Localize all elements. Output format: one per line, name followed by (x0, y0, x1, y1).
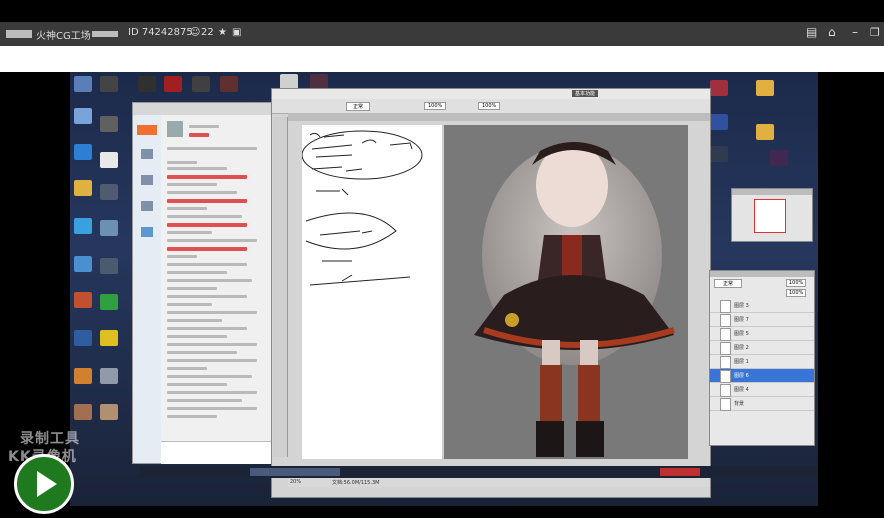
layers-panel: 正常 100% 100% 图层 3 图层 7 图层 5 图层 2 图层 1 图层… (709, 270, 815, 446)
recycle-bin-icon (74, 108, 92, 124)
image-icon (164, 76, 182, 92)
share-icon[interactable]: ▣ (232, 27, 241, 38)
file-icon (74, 368, 92, 384)
opacity-field[interactable]: 100% (424, 102, 447, 110)
user-icon: ☺ (190, 27, 201, 38)
player-title-bar: 火神CG工场 ID 74242875 ☺ 22 ★ ▣ ▤ ⌂ – ❐ (0, 22, 884, 46)
canvas[interactable] (302, 125, 688, 459)
minimize-icon[interactable]: – (852, 25, 858, 39)
play-button[interactable] (14, 454, 74, 514)
photoshop-icon (74, 330, 92, 346)
image-icon (192, 76, 210, 92)
chat-tab-icon[interactable] (141, 149, 153, 159)
flow-field[interactable]: 100% (478, 102, 501, 110)
chat-tab-active[interactable] (137, 125, 157, 135)
character-artwork (474, 142, 675, 457)
blend-mode-select[interactable]: 正常 (346, 102, 371, 111)
folder-icon (74, 180, 92, 196)
status-bar: 20% 文档:56.0M/115.3M (288, 477, 710, 487)
top-black-bar (0, 0, 884, 22)
home-icon[interactable]: ⌂ (828, 25, 836, 39)
folder-icon (756, 124, 774, 140)
computer-icon (74, 76, 92, 92)
workspace-label[interactable]: 基本功能 (572, 90, 599, 97)
layer-blend-select[interactable]: 正常 (714, 279, 743, 288)
browser-icon (74, 256, 92, 272)
recorder-watermark-line1: 录制工具 (20, 431, 80, 447)
navigator-header[interactable] (732, 189, 812, 195)
layer-row[interactable]: 图层 1 (710, 355, 814, 369)
app-icon (710, 114, 728, 130)
image-icon (100, 404, 118, 420)
file-icon (74, 404, 92, 420)
chat-sidebar (133, 115, 161, 463)
chat-tab-icon[interactable] (141, 227, 153, 237)
image-icon (100, 258, 118, 274)
image-icon (220, 76, 238, 92)
image-icon (710, 146, 728, 162)
doc-icon (100, 152, 118, 168)
spacer (0, 46, 884, 72)
window-icon[interactable]: ▤ (806, 25, 817, 39)
logo-placeholder (6, 30, 32, 38)
layer-row[interactable]: 图层 3 (710, 299, 814, 313)
app-icon (74, 144, 92, 160)
taskbar-item[interactable] (250, 468, 340, 476)
navigator-panel (731, 188, 813, 242)
zoom-level[interactable]: 20% (290, 479, 301, 485)
layers-header[interactable] (710, 271, 814, 277)
chat-input[interactable] (161, 441, 273, 464)
navigator-preview[interactable] (754, 199, 786, 233)
app-icon (100, 294, 118, 310)
image-icon (138, 76, 156, 92)
viewer-count: 22 (201, 27, 214, 38)
document-tabs[interactable] (288, 113, 710, 121)
document-size: 文档:56.0M/115.3M (332, 480, 380, 486)
toolbox[interactable] (273, 117, 288, 457)
folder-icon (756, 80, 774, 96)
play-icon (37, 471, 57, 497)
image-icon (770, 150, 788, 166)
taskbar (140, 466, 818, 478)
app-icon (100, 330, 118, 346)
layer-row-selected[interactable]: 图层 6 (710, 369, 814, 383)
chat-tab-icon[interactable] (141, 201, 153, 211)
notes-sheet (302, 125, 444, 459)
image-icon (100, 76, 118, 92)
chat-tab-icon[interactable] (141, 175, 153, 185)
layer-opacity[interactable]: 100% (786, 279, 807, 287)
qq-icon (74, 218, 92, 234)
image-icon (100, 220, 118, 236)
restore-icon[interactable]: ❐ (870, 26, 880, 39)
chat-window (132, 102, 274, 464)
layer-row[interactable]: 图层 2 (710, 341, 814, 355)
image-icon (100, 368, 118, 384)
star-icon[interactable]: ★ (218, 27, 227, 38)
layer-row[interactable]: 图层 4 (710, 383, 814, 397)
options-bar: 正常 100% 100% (272, 99, 710, 114)
streamer-desktop: 基本功能 正常 100% 100% 20% 文档:56.0M/115.3M 正常… (70, 72, 818, 506)
photoshop-window: 基本功能 正常 100% 100% 20% 文档:56.0M/115.3M (271, 88, 711, 498)
menu-bar[interactable]: 基本功能 (272, 89, 710, 99)
layer-row[interactable]: 背景 (710, 397, 814, 411)
avatar (167, 121, 183, 137)
layer-fill[interactable]: 100% (786, 289, 807, 297)
taskbar-item[interactable] (660, 468, 700, 476)
channel-badge (92, 31, 118, 37)
room-id: ID 74242875 (128, 27, 193, 38)
chat-window-header (133, 103, 273, 115)
layer-row[interactable]: 图层 7 (710, 313, 814, 327)
image-icon (100, 184, 118, 200)
channel-name[interactable]: 火神CG工场 (36, 27, 91, 42)
app-icon (710, 80, 728, 96)
image-icon (100, 116, 118, 132)
layer-row[interactable]: 图层 5 (710, 327, 814, 341)
video-frame[interactable]: 基本功能 正常 100% 100% 20% 文档:56.0M/115.3M 正常… (0, 72, 884, 518)
picture-icon (74, 292, 92, 308)
